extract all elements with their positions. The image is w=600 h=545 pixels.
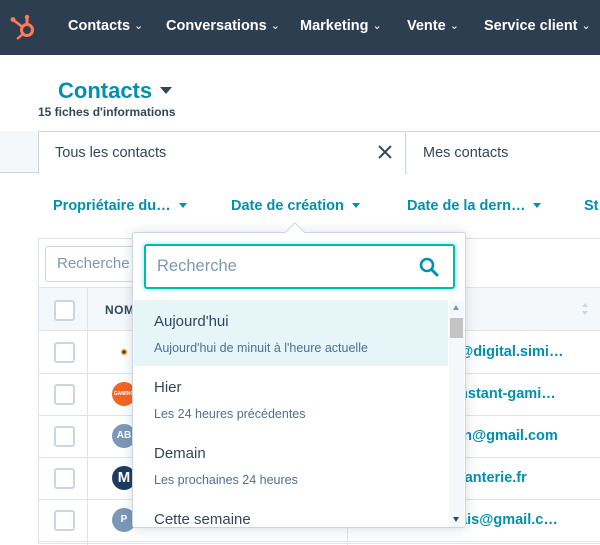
option-label: Hier (154, 379, 182, 396)
contact-email[interactable]: vais@gmail.c… (451, 512, 558, 528)
contact-email[interactable]: .instant-gami… (451, 386, 556, 402)
scroll-down-icon[interactable] (453, 517, 459, 522)
filter-label: Propriétaire du… (53, 198, 171, 214)
option-label: Demain (154, 445, 206, 462)
dropdown-options-list: Aujourd'hui Aujourd'hui de minuit à l'he… (134, 300, 448, 528)
filter-label: Date de la dern… (407, 198, 526, 214)
tab-all-contacts[interactable]: Tous les contacts (38, 131, 406, 174)
row-checkbox[interactable] (54, 510, 75, 531)
caret-down-icon (533, 203, 542, 208)
chevron-down-icon: ⌄ (372, 20, 382, 32)
option-tomorrow[interactable]: Demain Les prochaines 24 heures (134, 432, 448, 498)
option-description: Aujourd'hui de minuit à l'heure actuelle (154, 341, 368, 355)
nav-label: Vente (407, 18, 446, 34)
dropdown-search-input[interactable] (146, 246, 406, 287)
contact-email[interactable]: y@digital.simi… (451, 344, 563, 360)
hubspot-logo-icon[interactable] (8, 12, 38, 42)
row-checkbox[interactable] (54, 426, 75, 447)
option-description: Les 24 heures précédentes (154, 407, 306, 421)
row-checkbox[interactable] (54, 342, 75, 363)
filter-create-date[interactable]: Date de création (231, 198, 360, 214)
row-checkbox[interactable] (54, 468, 75, 489)
filter-label: Date de création (231, 198, 344, 214)
nav-conversations[interactable]: Conversations ⌄ (166, 18, 280, 34)
top-navigation: Contacts ⌄ Conversations ⌄ Marketing ⌄ Vent… (0, 0, 600, 55)
nav-marketing[interactable]: Marketing ⌄ (300, 18, 382, 34)
chevron-down-icon: ⌄ (581, 20, 591, 32)
option-label: Cette semaine (154, 511, 251, 528)
scrollbar-thumb[interactable] (450, 318, 463, 338)
nav-service-client[interactable]: Service client ⌄ (484, 18, 591, 34)
nav-contacts[interactable]: Contacts ⌄ (68, 18, 143, 34)
tab-my-contacts[interactable]: Mes contacts (407, 131, 600, 173)
chevron-down-icon: ⌄ (134, 20, 144, 32)
nav-vente[interactable]: Vente ⌄ (407, 18, 459, 34)
filter-status[interactable]: St (584, 198, 599, 214)
option-yesterday[interactable]: Hier Les 24 heures précédentes (134, 366, 448, 432)
caret-down-icon (351, 203, 360, 208)
option-today[interactable]: Aujourd'hui Aujourd'hui de minuit à l'he… (134, 300, 448, 366)
dropdown-scrollbar[interactable] (449, 301, 464, 527)
chevron-down-icon: ⌄ (449, 20, 459, 32)
select-all-checkbox[interactable] (54, 300, 75, 321)
search-icon[interactable] (419, 257, 439, 277)
date-filter-dropdown: Aujourd'hui Aujourd'hui de minuit à l'he… (132, 222, 466, 528)
close-icon[interactable] (377, 144, 393, 160)
option-this-week[interactable]: Cette semaine (134, 498, 448, 528)
tab-label: Mes contacts (423, 145, 509, 161)
filter-owner[interactable]: Propriétaire du… (53, 198, 187, 214)
page-title: Contacts (58, 78, 153, 103)
caret-down-icon (160, 87, 173, 94)
dropdown-pointer (285, 222, 305, 242)
contact-email[interactable]: ien@gmail.com (451, 428, 558, 444)
view-tabs-bar: Tous les contacts Mes contacts (0, 131, 600, 174)
nav-label: Conversations (166, 18, 267, 34)
sort-icon[interactable] (581, 301, 589, 317)
page-title-dropdown[interactable]: Contacts (58, 78, 173, 104)
scroll-up-icon[interactable] (453, 305, 459, 310)
chevron-down-icon: ⌄ (270, 20, 280, 32)
dropdown-search (144, 244, 455, 289)
row-checkbox[interactable] (54, 384, 75, 405)
nav-label: Contacts (68, 18, 131, 34)
filter-label: St (584, 198, 599, 214)
nav-label: Service client (484, 18, 578, 34)
option-description: Les prochaines 24 heures (154, 473, 298, 487)
column-header-name[interactable]: NOM (105, 303, 135, 317)
filter-last-activity-date[interactable]: Date de la dern… (407, 198, 542, 214)
nav-label: Marketing (300, 18, 369, 34)
search-placeholder: Recherche (57, 255, 130, 272)
caret-down-icon (178, 203, 187, 208)
record-count: 15 fiches d'informations (38, 105, 176, 119)
option-label: Aujourd'hui (154, 313, 229, 330)
tab-label: Tous les contacts (55, 145, 167, 161)
